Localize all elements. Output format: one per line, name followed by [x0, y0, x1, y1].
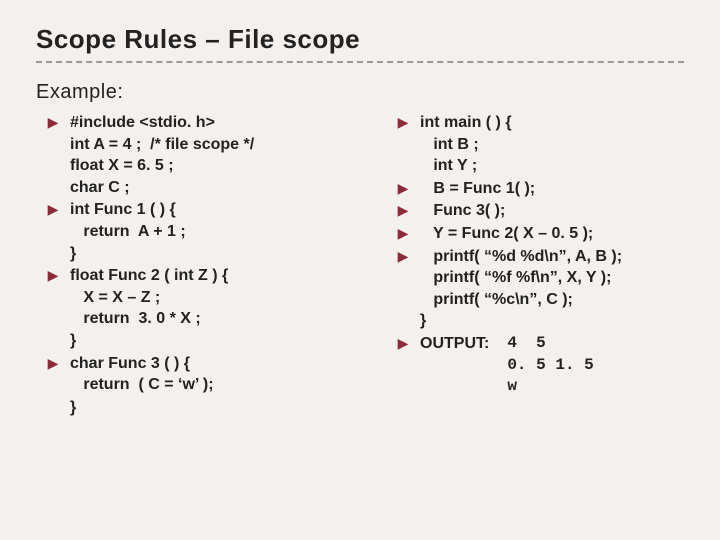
triangle-right-icon: ▶: [398, 336, 409, 350]
code-text: int main ( ) { int B ; int Y ;: [420, 112, 684, 177]
columns: ▶ #include <stdio. h> int A = 4 ; /* fil…: [36, 112, 684, 419]
code-text: int Func 1 ( ) { return A + 1 ; }: [70, 199, 376, 264]
triangle-right-icon: ▶: [48, 115, 59, 129]
left-column: ▶ #include <stdio. h> int A = 4 ; /* fil…: [36, 112, 376, 419]
output-values: 4 5 0. 5 1. 5 w: [489, 333, 593, 398]
right-column: ▶ int main ( ) { int B ; int Y ; ▶ B = F…: [386, 112, 684, 419]
code-block: ▶ #include <stdio. h> int A = 4 ; /* fil…: [36, 112, 376, 198]
triangle-right-icon: ▶: [48, 356, 59, 370]
code-text: printf( “%d %d\n”, A, B ); printf( “%f %…: [420, 246, 684, 332]
divider: [36, 61, 684, 63]
triangle-right-icon: ▶: [398, 203, 409, 217]
output-label: OUTPUT:: [420, 333, 489, 355]
triangle-right-icon: ▶: [48, 202, 59, 216]
page-title: Scope Rules – File scope: [36, 24, 684, 55]
code-block: ▶ }: [36, 397, 376, 419]
code-text: char Func 3 ( ) { return ( C = ‘w’ );: [70, 353, 376, 396]
code-block: ▶ float Func 2 ( int Z ) { X = X – Z ; r…: [36, 265, 376, 351]
code-text: #include <stdio. h> int A = 4 ; /* file …: [70, 112, 376, 198]
triangle-right-icon: ▶: [48, 268, 59, 282]
code-block: ▶ B = Func 1( );: [386, 178, 684, 200]
code-text: }: [70, 397, 376, 419]
output-block: ▶ OUTPUT: 4 5 0. 5 1. 5 w: [386, 333, 684, 398]
code-block: ▶ Y = Func 2( X – 0. 5 );: [386, 223, 684, 245]
code-text: float Func 2 ( int Z ) { X = X – Z ; ret…: [70, 265, 376, 351]
code-text: B = Func 1( );: [420, 178, 684, 200]
code-block: ▶ char Func 3 ( ) { return ( C = ‘w’ );: [36, 353, 376, 396]
code-text: Func 3( );: [420, 200, 684, 222]
triangle-right-icon: ▶: [398, 181, 409, 195]
code-block: ▶ int main ( ) { int B ; int Y ;: [386, 112, 684, 177]
code-text: Y = Func 2( X – 0. 5 );: [420, 223, 684, 245]
example-heading: Example:: [36, 81, 684, 104]
code-block: ▶ Func 3( );: [386, 200, 684, 222]
triangle-right-icon: ▶: [398, 115, 409, 129]
triangle-right-icon: ▶: [398, 226, 409, 240]
slide: Scope Rules – File scope Example: ▶ #inc…: [0, 0, 720, 540]
code-block: ▶ printf( “%d %d\n”, A, B ); printf( “%f…: [386, 246, 684, 332]
code-block: ▶ int Func 1 ( ) { return A + 1 ; }: [36, 199, 376, 264]
triangle-right-icon: ▶: [398, 249, 409, 263]
